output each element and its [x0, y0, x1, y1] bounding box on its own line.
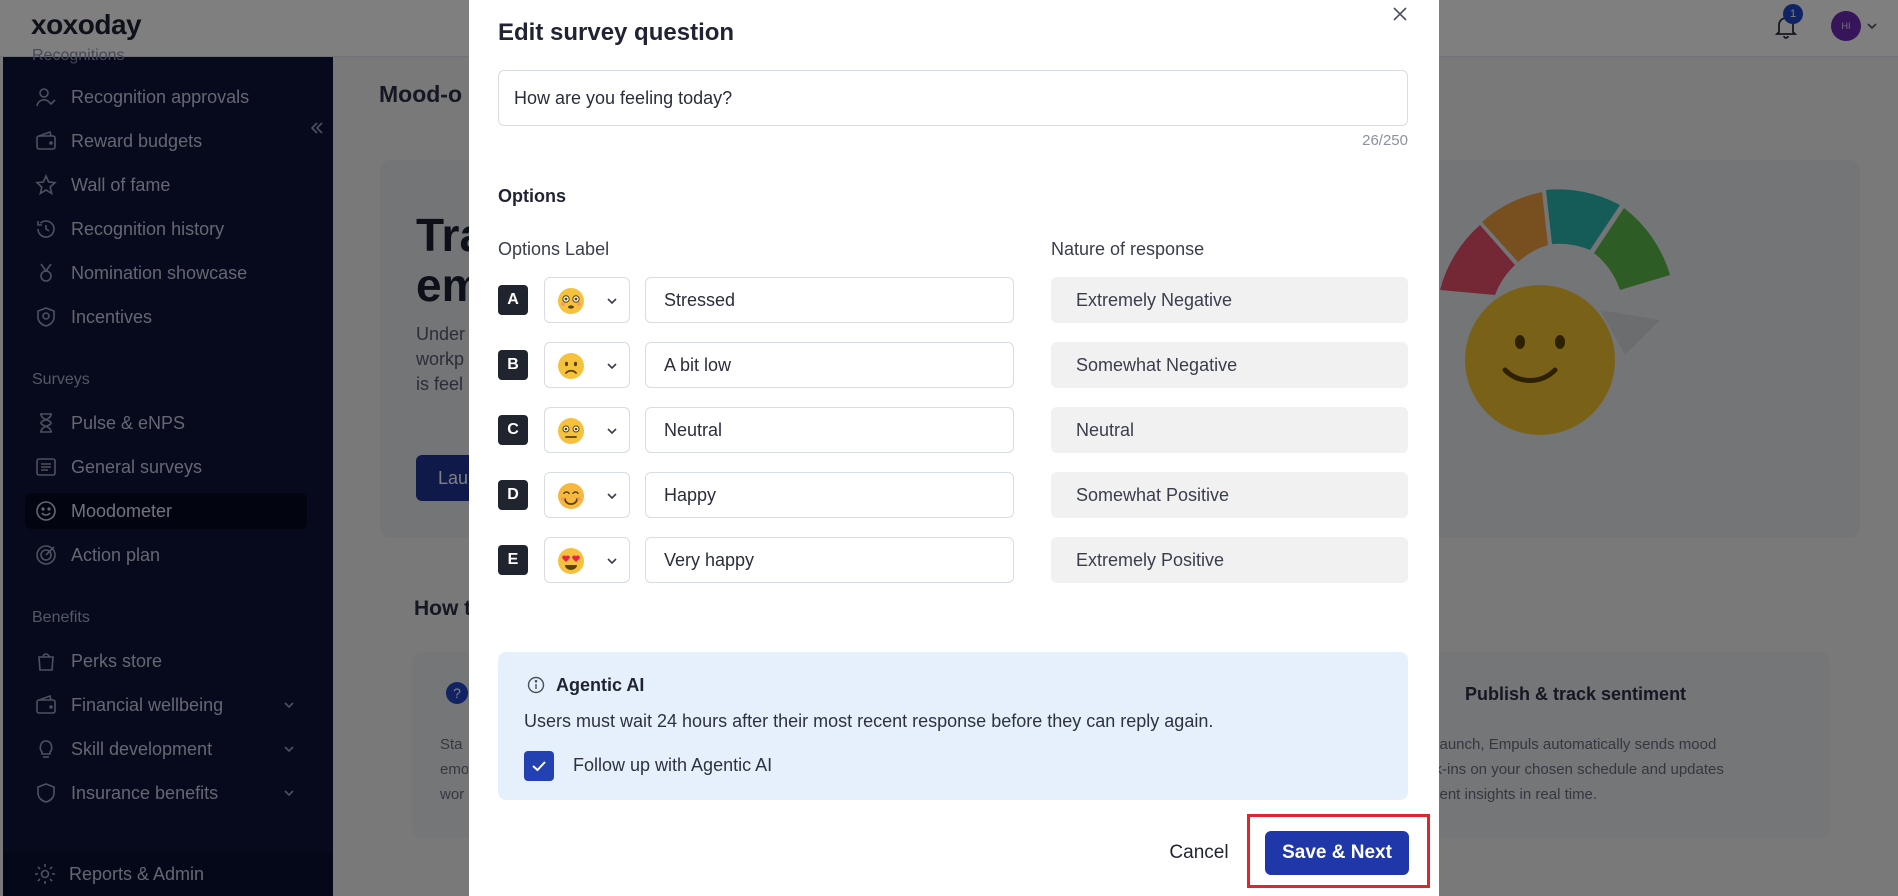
chevron-down-icon [607, 493, 617, 500]
flushed-face-icon [558, 288, 584, 314]
highlight-box [1247, 814, 1430, 888]
option-letter: A [498, 285, 528, 315]
emoji-select[interactable] [544, 537, 630, 583]
option-letter: D [498, 480, 528, 510]
follow-up-checkbox[interactable] [524, 751, 554, 781]
emoji-select[interactable] [544, 472, 630, 518]
emoji-select[interactable] [544, 407, 630, 453]
follow-up-checkbox-label[interactable]: Follow up with Agentic AI [573, 755, 772, 776]
frowning-face-icon [558, 353, 584, 379]
cancel-button[interactable]: Cancel [1153, 833, 1245, 873]
checkmark-icon [532, 761, 546, 772]
nature-of-response: Somewhat Negative [1051, 342, 1408, 388]
nature-of-response: Extremely Positive [1051, 537, 1408, 583]
emoji-select[interactable] [544, 342, 630, 388]
nature-of-response: Extremely Negative [1051, 277, 1408, 323]
option-label-input[interactable] [645, 472, 1014, 518]
option-label-input[interactable] [645, 342, 1014, 388]
options-label-header: Options Label [498, 239, 610, 259]
char-count: 26/250 [1362, 132, 1408, 149]
modal-title: Edit survey question [498, 19, 735, 46]
close-icon[interactable] [1391, 5, 1409, 23]
heart-eyes-face-icon [558, 548, 584, 574]
chevron-down-icon [607, 363, 617, 370]
option-letter: E [498, 545, 528, 575]
info-icon [527, 676, 545, 694]
option-label-input[interactable] [645, 407, 1014, 453]
smiling-face-icon [558, 483, 584, 509]
agentic-ai-description: Users must wait 24 hours after their mos… [524, 711, 1214, 731]
option-letter: B [498, 350, 528, 380]
option-letter: C [498, 415, 528, 445]
nature-of-response: Neutral [1051, 407, 1408, 453]
neutral-face-icon [558, 418, 584, 444]
nature-of-response: Somewhat Positive [1051, 472, 1408, 518]
chevron-down-icon [607, 298, 617, 305]
nature-header: Nature of response [1051, 239, 1205, 259]
options-heading: Options [498, 186, 566, 206]
agentic-ai-title: Agentic AI [556, 675, 645, 695]
option-label-input[interactable] [645, 277, 1014, 323]
chevron-down-icon [607, 558, 617, 565]
emoji-select[interactable] [544, 277, 630, 323]
question-input[interactable] [498, 70, 1408, 126]
chevron-down-icon [607, 428, 617, 435]
option-label-input[interactable] [645, 537, 1014, 583]
